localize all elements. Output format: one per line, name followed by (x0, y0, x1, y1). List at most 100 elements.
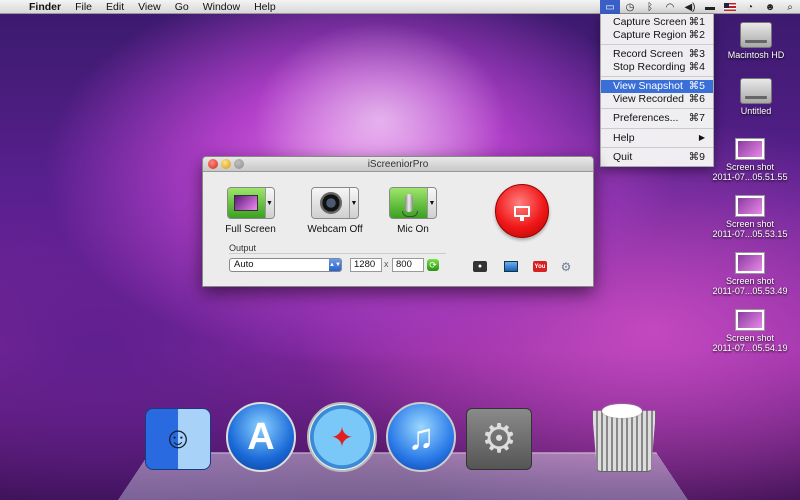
flag-us-icon[interactable] (720, 0, 740, 14)
full-screen-dropdown-arrow-icon[interactable]: ▼ (264, 188, 274, 218)
full-screen-control: ▼ Full Screen (223, 187, 278, 235)
desktop-icon-label: Screen shot (725, 162, 775, 172)
clock-icon[interactable]: ◔ (740, 0, 760, 14)
desktop-icon-label: 2011-07...05.53.15 (712, 229, 788, 239)
battery-icon[interactable]: ▬ (700, 0, 720, 14)
minimize-button[interactable] (221, 159, 231, 169)
dock-safari-icon[interactable]: ✦ (307, 402, 377, 472)
mic-control: ▼ Mic On (385, 187, 441, 235)
screen-icon (234, 195, 258, 211)
menu-item-label: Capture Region (613, 28, 687, 41)
dock-itunes-icon[interactable]: ♫ (386, 402, 456, 472)
screenshot-thumbnail-icon (735, 195, 765, 217)
shortcut-label: ⌘3 (688, 48, 705, 60)
mic-label: Mic On (397, 224, 429, 235)
desktop-icon-label: Macintosh HD (727, 50, 785, 60)
mic-face (390, 188, 427, 218)
menu-edit[interactable]: Edit (99, 0, 131, 14)
record-button[interactable] (495, 184, 549, 238)
full-screen-button[interactable]: ▼ (226, 187, 275, 219)
menu-help[interactable]: Help (247, 0, 283, 14)
webcam-label: Webcam Off (307, 224, 363, 235)
wifi-icon[interactable]: ◠ (660, 0, 680, 14)
dock-system-preferences-icon[interactable]: ⚙ (466, 408, 532, 470)
trash-paper-icon (602, 404, 642, 418)
desktop-icon-label: Screen shot (725, 333, 775, 343)
dock-finder-icon[interactable]: ☺ (145, 408, 211, 470)
desktop-icon-label: Screen shot (725, 276, 775, 286)
menu-file[interactable]: File (68, 0, 99, 14)
menu-item-label: Preferences... (613, 112, 679, 124)
menu-window[interactable]: Window (196, 0, 247, 14)
full-screen-face (227, 188, 265, 218)
window-title: iScreeniorPro (367, 159, 429, 170)
shortcut-label: ⌘2 (688, 28, 705, 41)
gear-icon[interactable]: ⚙ (559, 260, 573, 274)
webcam-dropdown-arrow-icon[interactable]: ▼ (349, 188, 358, 218)
close-button[interactable] (208, 159, 218, 169)
shortcut-label: ⌘1 (688, 16, 705, 28)
shortcut-label: ⌘7 (688, 112, 705, 124)
width-field[interactable]: 1280 (350, 258, 382, 272)
menu-preferences[interactable]: Preferences... ⌘7 (601, 112, 713, 125)
menu-capture-region[interactable]: Capture Region ⌘2 (601, 29, 713, 42)
image-tool-icon[interactable] (504, 261, 518, 272)
menu-capture-screen[interactable]: Capture Screen ⌘1 (601, 16, 713, 29)
full-screen-label: Full Screen (225, 224, 276, 235)
youtube-icon[interactable]: You (533, 261, 547, 272)
camera-tool-icon[interactable]: ● (473, 261, 487, 272)
monitor-icon (514, 205, 530, 221)
output-label: Output (229, 243, 257, 253)
desktop-icon-label: 2011-07...05.54.19 (712, 343, 788, 353)
menu-view[interactable]: View (131, 0, 168, 14)
window-controls (208, 159, 244, 169)
window-titlebar[interactable]: iScreeniorPro (203, 157, 593, 172)
menu-help-submenu[interactable]: Help ▶ (601, 132, 713, 145)
menu-view-snapshot[interactable]: View Snapshot ⌘5 (601, 80, 713, 93)
menu-go[interactable]: Go (168, 0, 196, 14)
zoom-button[interactable] (234, 159, 244, 169)
volume-icon[interactable]: ◀) (680, 0, 700, 14)
shortcut-label: ⌘4 (688, 60, 705, 73)
screenshot-thumbnail-icon (735, 138, 765, 160)
menu-quit[interactable]: Quit ⌘9 (601, 151, 713, 164)
menu-stop-recording[interactable]: Stop Recording ⌘4 (601, 61, 713, 74)
iscreeniorpro-window: iScreeniorPro ▼ Full Screen ▼ Webcam Off… (202, 156, 594, 287)
swap-dimensions-icon[interactable]: ⟳ (427, 259, 439, 271)
desktop-icon-macintosh-hd[interactable]: Macintosh HD (716, 22, 796, 60)
screenshot-thumbnail-icon (735, 252, 765, 274)
menu-record-screen[interactable]: Record Screen ⌘3 (601, 48, 713, 61)
mic-dropdown-arrow-icon[interactable]: ▼ (427, 188, 436, 218)
spotlight-icon[interactable]: ⌕ (780, 0, 800, 14)
menu-finder[interactable]: Finder (22, 0, 68, 14)
bluetooth-icon[interactable]: ᛒ (640, 0, 660, 14)
status-area: ▭ ◷ ᛒ ◠ ◀) ▬ ◔ ☻ ⌕ (600, 0, 800, 14)
menu-separator (601, 76, 713, 77)
submenu-arrow-icon: ▶ (698, 132, 705, 142)
menu-item-label: Record Screen (613, 48, 684, 60)
menu-item-label: View Snapshot (613, 80, 683, 92)
desktop-icon-screenshot-2[interactable]: Screen shot 2011-07...05.53.15 (710, 195, 790, 239)
desktop-icon-screenshot-4[interactable]: Screen shot 2011-07...05.54.19 (710, 309, 790, 353)
menu-separator (601, 147, 713, 148)
shortcut-label: ⌘9 (688, 151, 705, 163)
desktop-icon-screenshot-3[interactable]: Screen shot 2011-07...05.53.49 (710, 252, 790, 296)
timemachine-icon[interactable]: ◷ (620, 0, 640, 14)
shortcut-label: ⌘6 (688, 92, 705, 105)
height-field[interactable]: 800 (392, 258, 424, 272)
webcam-button[interactable]: ▼ (311, 187, 359, 219)
user-icon[interactable]: ☻ (760, 0, 780, 14)
output-select[interactable]: Auto ▲▼ (229, 258, 342, 272)
dock-app-store-icon[interactable]: A (226, 402, 296, 472)
menu-separator (601, 127, 713, 129)
iscreenior-icon[interactable]: ▭ (600, 0, 620, 14)
desktop-icon-untitled[interactable]: Untitled (716, 78, 796, 116)
desktop-icon-label: Screen shot (725, 219, 775, 229)
mic-button[interactable]: ▼ (389, 187, 437, 219)
webcam-control: ▼ Webcam Off (307, 187, 363, 235)
desktop-icon-label: Untitled (740, 106, 772, 116)
webcam-face (312, 188, 349, 218)
select-arrows-icon: ▲▼ (329, 259, 341, 271)
desktop-icon-screenshot-1[interactable]: Screen shot 2011-07...05.51.55 (710, 138, 790, 182)
menu-view-recorded[interactable]: View Recorded ⌘6 (601, 93, 713, 106)
